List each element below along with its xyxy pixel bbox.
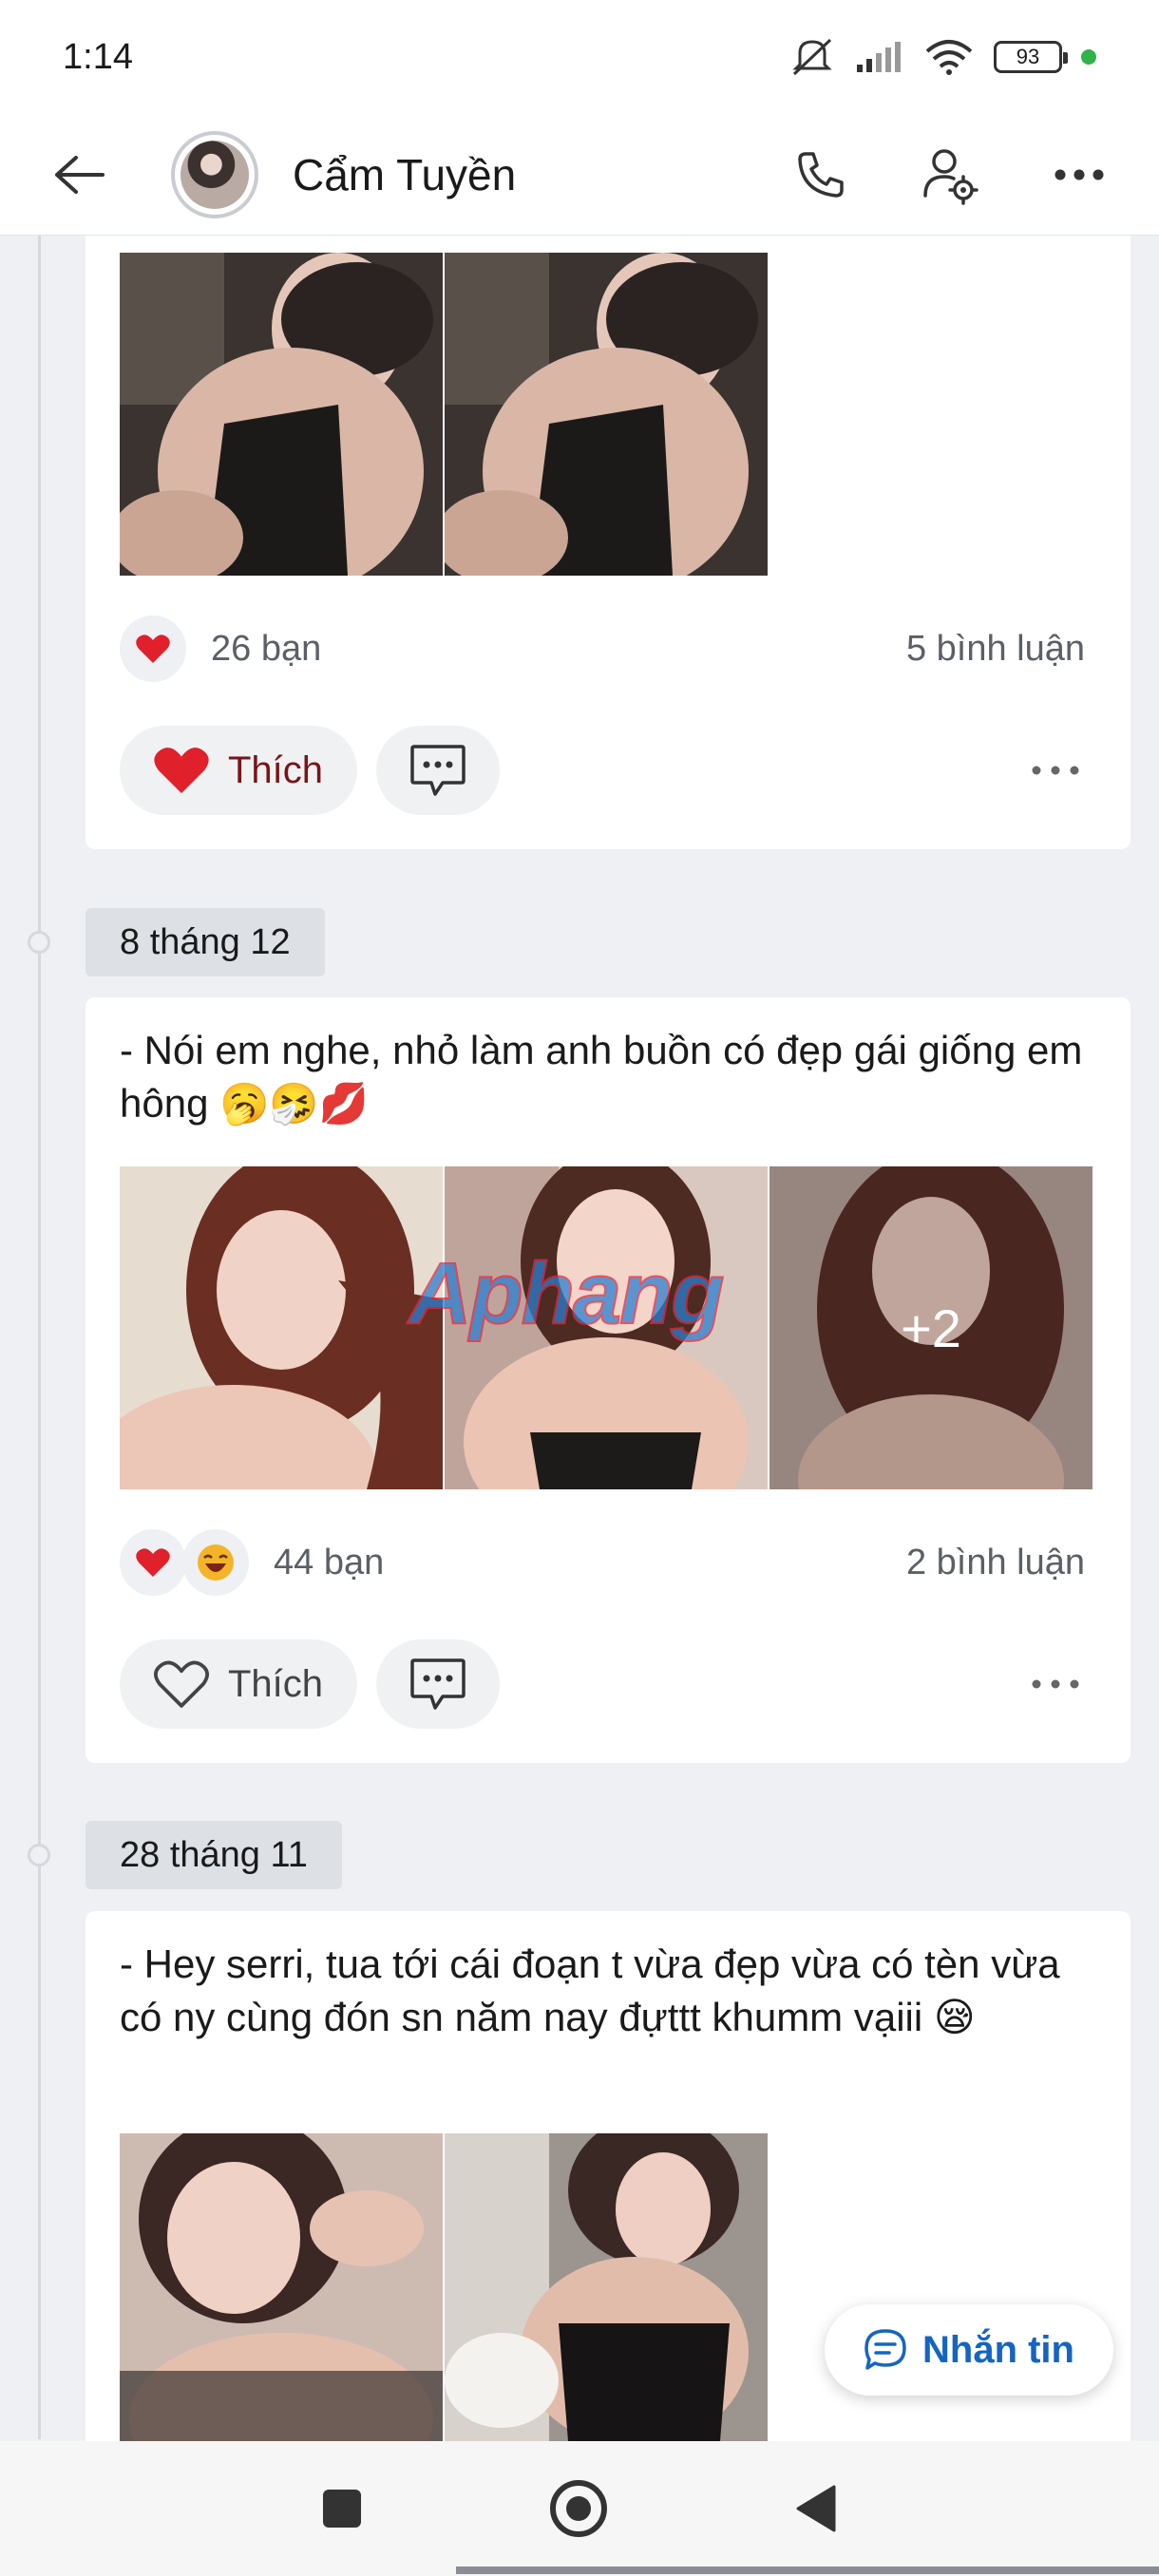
chat-bubble-icon <box>864 2329 906 2370</box>
timeline-dot <box>28 931 50 954</box>
more-options-button[interactable] <box>1034 129 1125 220</box>
more-horizontal-icon <box>1032 1679 1079 1689</box>
heart-outline-icon <box>154 1660 209 1708</box>
post-card: - Nói em nghe, nhỏ làm anh buồn có đẹp g… <box>86 997 1130 1763</box>
status-bar: 1:14 93 <box>0 0 1159 114</box>
arrow-left-icon <box>55 155 104 194</box>
photo-image <box>445 253 768 576</box>
mute-icon <box>792 38 832 76</box>
post-card: 26 bạn 5 bình luận Thích <box>86 236 1130 849</box>
send-message-label: Nhắn tin <box>922 2328 1074 2371</box>
post-actions: Thích <box>120 726 1098 815</box>
recents-button[interactable] <box>322 2490 361 2528</box>
post-photo[interactable] <box>445 253 768 576</box>
like-label: Thích <box>228 748 324 791</box>
more-horizontal-icon <box>1054 169 1104 180</box>
profile-settings-button[interactable] <box>904 129 996 220</box>
privacy-dot <box>1081 49 1096 65</box>
like-label: Thích <box>228 1662 324 1705</box>
back-triangle-icon[interactable] <box>796 2485 836 2532</box>
reaction-count: 44 bạn <box>274 1542 385 1582</box>
home-button[interactable] <box>549 2480 607 2537</box>
timeline-dot <box>28 1844 50 1866</box>
battery-indicator: 93 <box>994 41 1068 73</box>
wifi-icon <box>925 40 973 75</box>
photo-image <box>120 2133 443 2441</box>
watermark-logo: Aphang <box>408 1244 725 1343</box>
photo-image <box>445 2133 768 2441</box>
comment-icon <box>410 1658 466 1710</box>
home-indicator <box>456 2567 1159 2574</box>
comment-count[interactable]: 5 bình luận <box>906 629 1085 670</box>
back-button[interactable] <box>42 137 118 213</box>
profile-name: Cẩm Tuyền <box>293 149 517 199</box>
post-photo[interactable] <box>445 2133 768 2441</box>
laughing-reaction-icon <box>182 1529 249 1596</box>
phone-icon <box>798 151 844 198</box>
timeline-line <box>38 236 41 2439</box>
comment-button[interactable] <box>376 1639 501 1729</box>
photo-image <box>120 253 443 576</box>
post-photo[interactable] <box>120 2133 443 2441</box>
system-nav-bar <box>0 2441 1159 2576</box>
post-text: - Nói em nghe, nhỏ làm anh buồn có đẹp g… <box>120 1028 1083 1126</box>
reaction-summary[interactable]: 44 bạn 2 bình luận <box>120 1529 1098 1596</box>
date-label: 8 tháng 12 <box>86 908 325 976</box>
post-photo[interactable]: +2 <box>770 1166 1092 1489</box>
call-button[interactable] <box>775 129 866 220</box>
avatar-image <box>180 140 249 209</box>
post-actions: Thích <box>120 1639 1098 1729</box>
avatar[interactable] <box>171 130 258 218</box>
heart-filled-icon <box>154 748 209 794</box>
post-more-button[interactable] <box>1013 1656 1098 1713</box>
send-message-button[interactable]: Nhắn tin <box>825 2304 1113 2396</box>
comment-button[interactable] <box>376 726 501 815</box>
reaction-summary[interactable]: 26 bạn 5 bình luận <box>120 616 1098 682</box>
user-settings-icon <box>923 148 978 205</box>
post-text: - Hey serri, tua tới cái đoạn t vừa đẹp … <box>120 1941 1060 2039</box>
like-button[interactable]: Thích <box>120 726 358 815</box>
comment-icon <box>410 745 466 796</box>
photo-image <box>120 1166 443 1489</box>
like-button[interactable]: Thích <box>120 1639 358 1729</box>
signal-icon <box>857 42 901 72</box>
header-actions <box>737 129 1125 220</box>
more-horizontal-icon <box>1032 766 1079 775</box>
heart-reaction-icon <box>120 616 186 682</box>
post-photo[interactable] <box>120 1166 443 1489</box>
post-photo[interactable] <box>120 253 443 576</box>
comment-count[interactable]: 2 bình luận <box>906 1543 1085 1583</box>
post-more-button[interactable] <box>1013 742 1098 799</box>
reaction-count: 26 bạn <box>211 628 322 669</box>
status-icons: 93 <box>788 36 1096 78</box>
heart-reaction-icon <box>120 1529 186 1596</box>
more-photos-overlay[interactable]: +2 <box>770 1166 1092 1489</box>
status-time: 1:14 <box>63 36 133 77</box>
profile-header: Cẩm Tuyền <box>0 114 1159 236</box>
date-label: 28 tháng 11 <box>86 1821 342 1889</box>
